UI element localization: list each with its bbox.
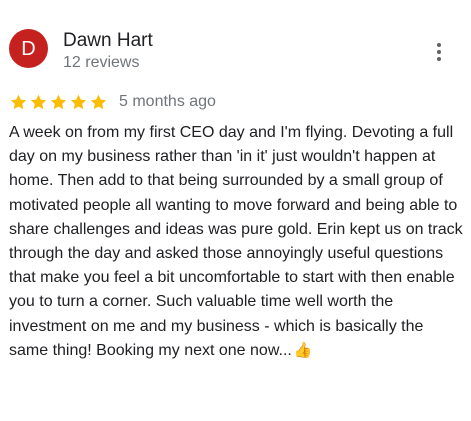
star-icon: [50, 94, 67, 109]
review-text: A week on from my first CEO day and I'm …: [9, 121, 465, 363]
more-vert-icon-dot: [437, 57, 441, 61]
author-name[interactable]: Dawn Hart: [63, 30, 153, 52]
rating-row: 5 months ago: [9, 90, 216, 114]
thumbs-up-icon: 👍: [293, 341, 313, 359]
star-rating: [9, 93, 108, 112]
review-date: 5 months ago: [119, 93, 216, 110]
star-icon: [10, 94, 27, 109]
more-options-button[interactable]: [428, 40, 450, 64]
author-block: Dawn Hart 12 reviews: [63, 30, 153, 73]
star-icon: [30, 94, 47, 109]
star-icon: [70, 94, 87, 109]
more-vert-icon: [437, 43, 441, 47]
author-review-count[interactable]: 12 reviews: [63, 53, 153, 73]
avatar[interactable]: D: [9, 29, 48, 68]
more-vert-icon-dot: [437, 50, 441, 54]
review-body: A week on from my first CEO day and I'm …: [9, 124, 463, 359]
star-icon: [90, 94, 107, 109]
review-card: D Dawn Hart 12 reviews 5 months ago A we…: [0, 0, 471, 421]
